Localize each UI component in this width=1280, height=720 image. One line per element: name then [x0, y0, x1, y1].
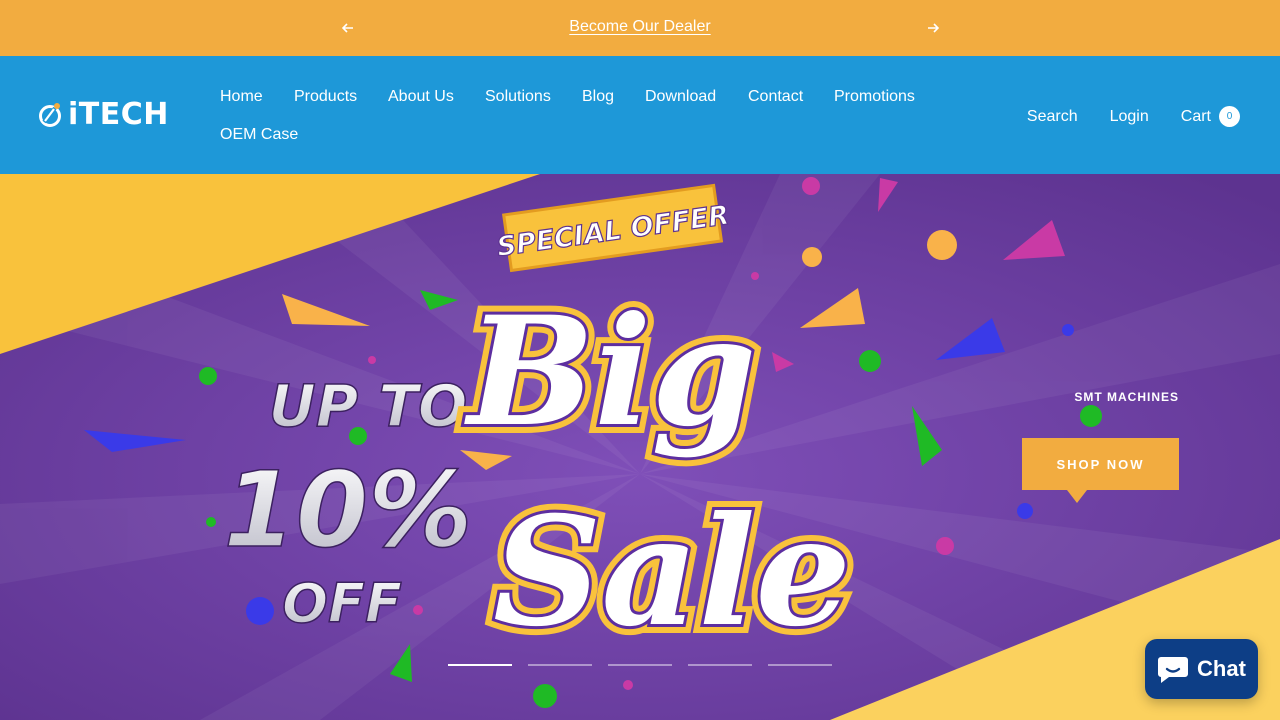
chat-bubble-icon	[1158, 657, 1189, 683]
nav-download[interactable]: Download	[645, 88, 716, 106]
up-to-text: UP TO	[269, 372, 468, 440]
off-text: OFF	[282, 572, 402, 635]
big-word-inner: Big	[464, 284, 757, 460]
discount-percent-text: 10%	[224, 449, 473, 571]
chat-label: Chat	[1197, 656, 1246, 681]
header-actions: Search Login Cart 0	[995, 106, 1240, 127]
nav-products[interactable]: Products	[294, 88, 357, 106]
cart-count-badge: 0	[1219, 106, 1240, 127]
nav-contact[interactable]: Contact	[748, 88, 803, 106]
logo-text: iTECH	[68, 97, 169, 132]
nav-about-us[interactable]: About Us	[388, 88, 454, 106]
sale-word-inner: Sale	[493, 484, 851, 660]
nav-blog[interactable]: Blog	[582, 88, 614, 106]
chat-button[interactable]: Chat	[1145, 639, 1258, 699]
logo-mark-icon	[39, 103, 61, 127]
slider-dot-2[interactable]	[528, 664, 592, 666]
slider-dot-3[interactable]	[608, 664, 672, 666]
cart-label: Cart	[1180, 107, 1211, 125]
site-header: iTECH Home Products About Us Solutions B…	[0, 56, 1280, 174]
announcement-link[interactable]: Become Our Dealer	[0, 18, 1280, 36]
nav-solutions[interactable]: Solutions	[485, 88, 551, 106]
logo[interactable]: iTECH	[38, 100, 169, 130]
nav-home[interactable]: Home	[220, 88, 263, 106]
shop-now-button[interactable]: SHOP NOW	[1022, 438, 1179, 503]
slider-dot-1[interactable]	[448, 664, 512, 666]
slider-dot-4[interactable]	[688, 664, 752, 666]
hero-banner: SPECIAL OFFER UP TO 10% OFF Big Sale Big…	[0, 174, 1280, 720]
login-link[interactable]: Login	[1110, 108, 1149, 126]
arrow-right-icon[interactable]	[921, 16, 945, 40]
slider-pagination	[448, 664, 848, 666]
hero-subheading: SMT MACHINES	[1074, 390, 1179, 404]
hero-side-content: SMT MACHINES	[1022, 390, 1179, 404]
search-link[interactable]: Search	[1027, 108, 1078, 126]
nav-promotions[interactable]: Promotions	[834, 88, 915, 106]
slider-dot-5[interactable]	[768, 664, 832, 666]
nav-oem-case[interactable]: OEM Case	[220, 126, 298, 144]
announcement-bar: Become Our Dealer	[0, 0, 1280, 56]
cart-link[interactable]: Cart 0	[1181, 106, 1240, 127]
